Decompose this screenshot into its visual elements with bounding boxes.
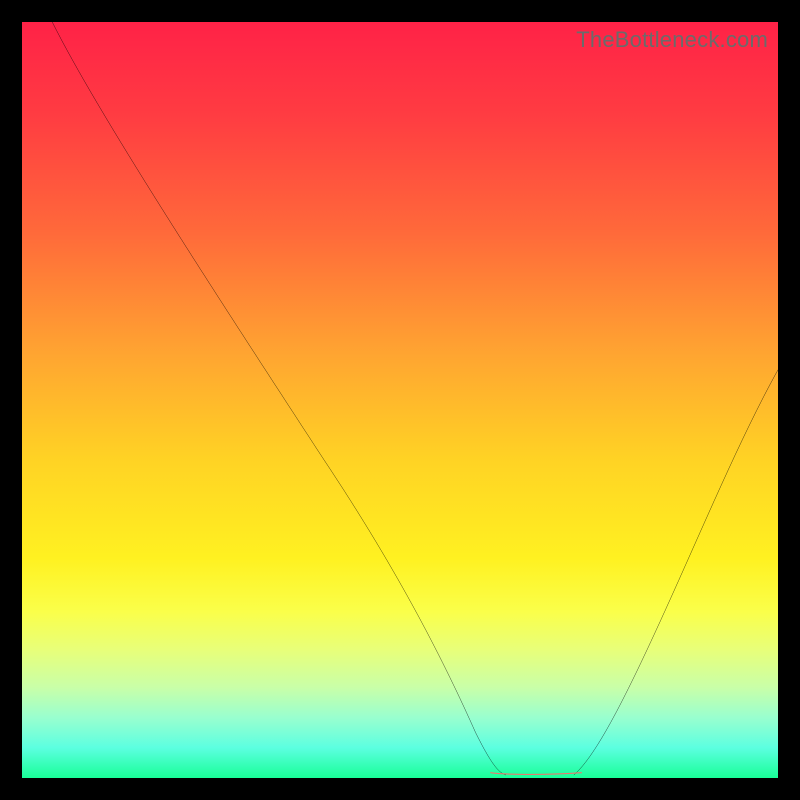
watermark-label: TheBottleneck.com	[576, 27, 768, 53]
right-curve-path	[574, 370, 778, 775]
chart-svg	[22, 22, 778, 778]
floor-marker-path	[491, 773, 582, 775]
left-curve-path	[52, 22, 506, 775]
chart-container: TheBottleneck.com	[0, 0, 800, 800]
chart-plot-area: TheBottleneck.com	[22, 22, 778, 778]
